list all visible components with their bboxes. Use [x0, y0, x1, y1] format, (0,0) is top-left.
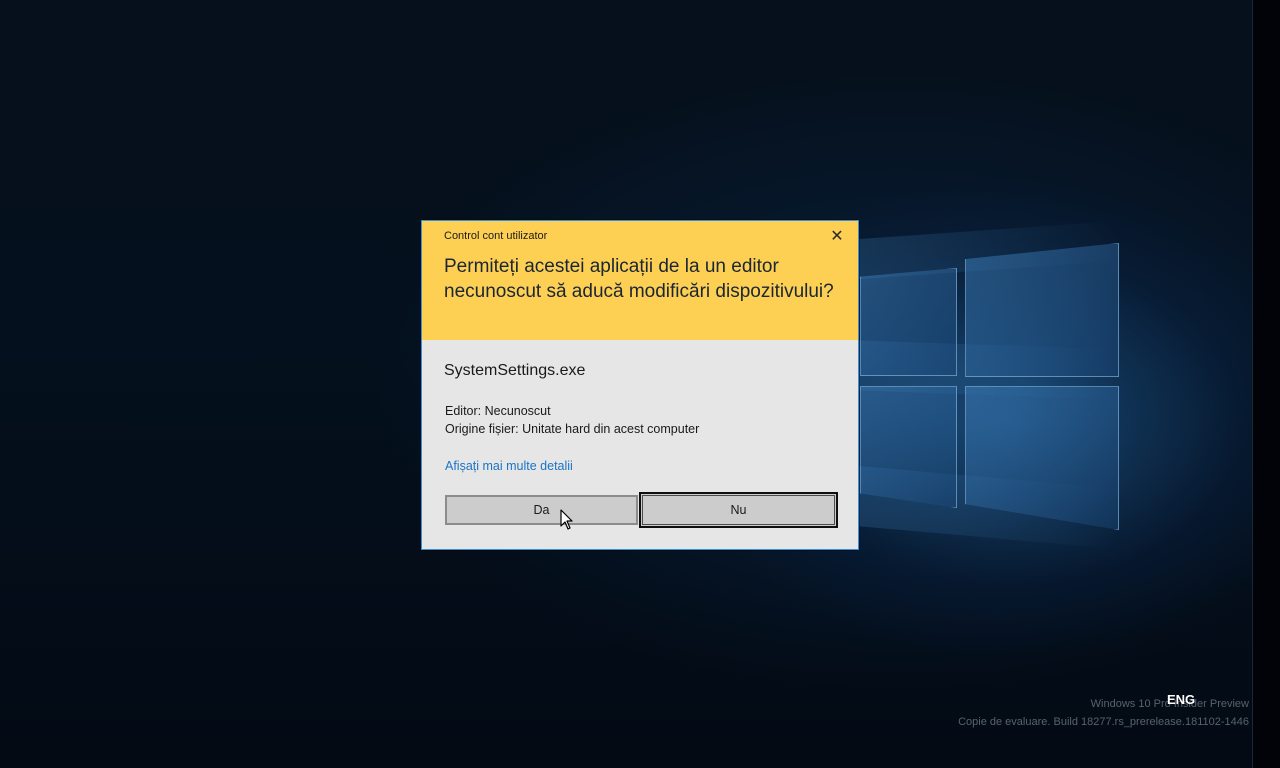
- file-origin-info: Origine fișier: Unitate hard din acest c…: [445, 422, 700, 436]
- no-button[interactable]: Nu: [639, 492, 838, 528]
- screen-edge: [1252, 0, 1280, 768]
- mouse-pointer-icon: [560, 509, 573, 530]
- windows-logo-pane: [860, 268, 957, 376]
- windows-logo-pane: [965, 243, 1119, 377]
- windows-logo-pane: [860, 386, 957, 508]
- dialog-caption: Control cont utilizator: [444, 230, 548, 242]
- focus-ring: [642, 495, 835, 525]
- uac-header: Control cont utilizator ✕ Permiteți aces…: [422, 221, 858, 340]
- language-indicator[interactable]: ENG: [1167, 692, 1195, 707]
- watermark-build: Copie de evaluare. Build 18277.rs_prerel…: [958, 716, 1249, 728]
- yes-button[interactable]: Da: [445, 495, 638, 525]
- close-icon[interactable]: ✕: [826, 227, 848, 247]
- show-more-details-link[interactable]: Afișați mai multe detalii: [445, 459, 573, 473]
- uac-question: Permiteți acestei aplicații de la un edi…: [444, 256, 834, 302]
- publisher-info: Editor: Necunoscut: [445, 404, 551, 418]
- app-name: SystemSettings.exe: [444, 362, 586, 379]
- uac-dialog: Control cont utilizator ✕ Permiteți aces…: [421, 220, 859, 550]
